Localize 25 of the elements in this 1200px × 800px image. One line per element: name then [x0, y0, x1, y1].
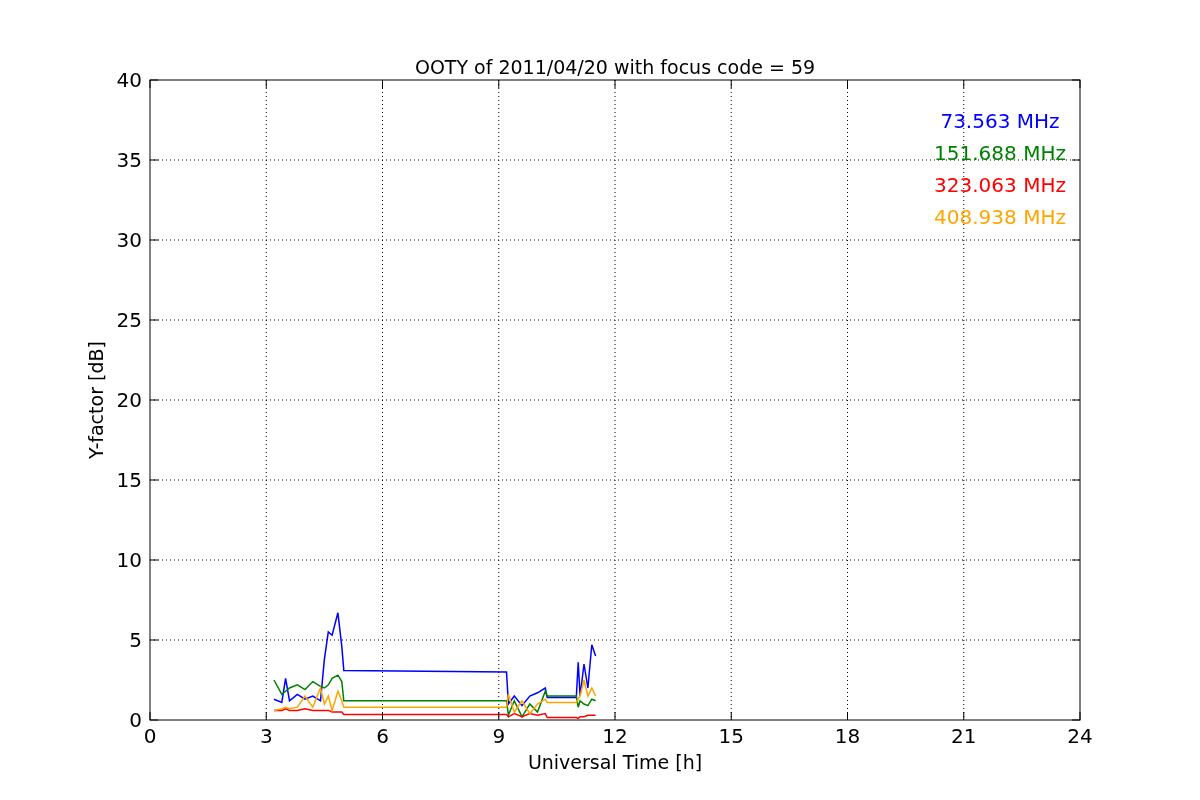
legend-label: 323.063 MHz [934, 173, 1066, 197]
y-tick-label: 35 [116, 148, 142, 172]
x-tick-label: 3 [259, 724, 273, 748]
legend-label: 151.688 MHz [934, 141, 1066, 165]
x-tick-label: 0 [143, 724, 157, 748]
legend-label: 408.938 MHz [934, 205, 1066, 229]
x-tick-label: 15 [718, 724, 744, 748]
x-tick-label: 6 [376, 724, 389, 748]
y-tick-label: 25 [116, 308, 142, 332]
x-tick-label: 24 [1067, 724, 1093, 748]
chart-title: OOTY of 2011/04/20 with focus code = 59 [414, 56, 816, 78]
y-tick-label: 0 [129, 708, 142, 732]
legend-label: 73.563 MHz [940, 109, 1060, 133]
x-tick-label: 12 [602, 724, 628, 748]
x-tick-label: 9 [492, 724, 506, 748]
y-tick-label: 30 [116, 228, 142, 252]
y-tick-label: 40 [116, 68, 142, 92]
y-tick-label: 20 [116, 388, 142, 412]
x-tick-label: 21 [951, 724, 977, 748]
x-axis-title: Universal Time [h] [527, 751, 703, 773]
x-tick-label: 18 [834, 724, 861, 748]
y-tick-label: 5 [129, 628, 142, 652]
y-tick-label: 10 [116, 548, 142, 572]
y-axis-title: Y-factor [dB] [85, 341, 107, 459]
y-tick-label: 15 [116, 468, 142, 492]
